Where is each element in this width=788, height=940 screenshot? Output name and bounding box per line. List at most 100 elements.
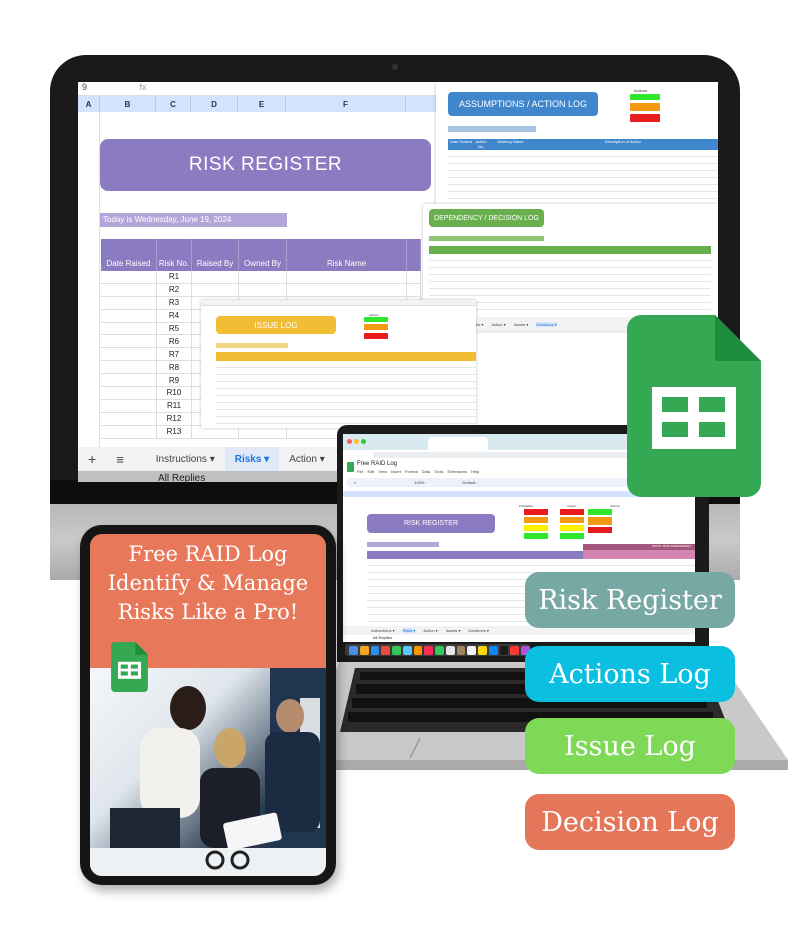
table-cell[interactable] — [239, 283, 287, 296]
table-cell[interactable]: R3 — [157, 296, 192, 309]
menu-tools[interactable]: Tools — [434, 469, 443, 474]
assumptions-banner: ASSUMPTIONS / ACTION LOG — [448, 92, 598, 116]
table-cell[interactable] — [101, 361, 157, 374]
dock-app-icon[interactable] — [478, 645, 487, 655]
table-cell[interactable]: R7 — [157, 348, 192, 361]
dock-app-icon[interactable] — [381, 645, 391, 655]
dock-app-icon[interactable] — [445, 645, 455, 655]
table-cell[interactable] — [101, 271, 157, 283]
table-cell[interactable]: R11 — [157, 399, 192, 412]
sheet-tab-active[interactable]: Risks ▾ — [402, 628, 416, 633]
table-cell[interactable] — [101, 335, 157, 348]
sheet-tab[interactable]: Instructions ▾ — [371, 628, 395, 633]
table-cell[interactable]: R9 — [157, 374, 192, 387]
table-cell[interactable] — [101, 283, 157, 296]
table-cell[interactable] — [407, 283, 421, 296]
table-cell[interactable] — [407, 271, 421, 283]
all-replies-footer: All Replies — [373, 635, 392, 640]
search-menus-icon[interactable]: ⌕ — [354, 480, 356, 485]
menu-format[interactable]: Format — [405, 469, 418, 474]
sheet-tab[interactable]: Issues ▾ — [446, 628, 461, 633]
table-cell[interactable] — [192, 283, 239, 296]
dock-app-icon[interactable] — [392, 645, 401, 655]
assumptions-log-preview: ASSUMPTIONS / ACTION LOG Actions Date Ra… — [436, 82, 718, 212]
dock-app-icon[interactable] — [402, 645, 412, 655]
sheet-tab-action[interactable]: Action ▾ — [279, 447, 335, 471]
table-cell[interactable] — [287, 283, 407, 296]
sheet-tab[interactable]: Decisions ▾ — [468, 628, 488, 633]
dock-app-icon[interactable] — [349, 645, 358, 655]
table-cell[interactable]: R6 — [157, 335, 192, 348]
table-cell[interactable]: R12 — [157, 412, 192, 425]
dock-app-icon[interactable] — [510, 645, 520, 655]
menu-extensions[interactable]: Extensions — [447, 469, 467, 474]
close-window-icon[interactable] — [347, 439, 352, 444]
column-header[interactable]: F — [286, 96, 406, 112]
sheet-tab-instructions[interactable]: Instructions ▾ — [146, 447, 225, 471]
column-header[interactable]: B — [100, 96, 156, 112]
menu-insert[interactable]: Insert — [391, 469, 401, 474]
column-header[interactable]: A — [78, 96, 100, 112]
menu-file[interactable]: File — [357, 469, 363, 474]
table-cell[interactable]: R13 — [157, 425, 192, 438]
legend-swatch — [364, 324, 388, 330]
dock-app-icon[interactable] — [359, 645, 369, 655]
risk-register-banner: RISK REGISTER — [100, 139, 431, 191]
add-sheet-button[interactable]: + — [78, 447, 106, 471]
dependency-header — [429, 246, 711, 254]
column-header[interactable] — [406, 96, 438, 112]
dock-app-icon[interactable] — [413, 645, 423, 655]
table-cell[interactable] — [101, 412, 157, 425]
table-cell[interactable]: R1 — [157, 271, 192, 283]
dock-app-icon[interactable] — [424, 645, 434, 655]
font-select[interactable]: Default... — [462, 480, 478, 485]
browser-tab-active[interactable] — [428, 437, 488, 450]
table-cell[interactable]: R2 — [157, 283, 192, 296]
table-cell[interactable] — [101, 425, 157, 438]
sheet-tab-active[interactable]: Decisions ▾ — [536, 321, 557, 327]
sheet-tab[interactable]: Issues ▾ — [514, 322, 529, 327]
table-cell[interactable]: R8 — [157, 361, 192, 374]
dock-app-icon[interactable] — [456, 645, 466, 655]
table-cell[interactable]: R5 — [157, 322, 192, 335]
table-cell[interactable] — [101, 309, 157, 322]
legend-swatch — [588, 517, 612, 525]
table-cell[interactable] — [192, 271, 239, 283]
sheet-tab[interactable]: Action ▾ — [491, 322, 505, 327]
dock-app-icon[interactable] — [499, 645, 509, 655]
table-cell[interactable] — [101, 296, 157, 309]
all-sheets-menu-icon[interactable]: ≡ — [106, 447, 134, 471]
headline-line: Free RAID Log — [128, 542, 288, 566]
table-cell[interactable] — [287, 271, 407, 283]
menu-data[interactable]: Data — [422, 469, 430, 474]
maximize-window-icon[interactable] — [361, 439, 366, 444]
column-header[interactable]: C — [156, 96, 191, 112]
sheet-tab[interactable]: Action ▾ — [423, 628, 437, 633]
minimize-window-icon[interactable] — [354, 439, 359, 444]
table-cell[interactable] — [101, 399, 157, 412]
table-cell[interactable] — [101, 348, 157, 361]
table-cell[interactable] — [101, 374, 157, 387]
sheet-tab-risks[interactable]: Risks ▾ — [224, 447, 280, 471]
column-header[interactable]: E — [238, 96, 286, 112]
table-cell[interactable] — [101, 387, 157, 399]
dock-app-icon[interactable] — [488, 645, 498, 655]
table-cell[interactable] — [101, 322, 157, 335]
legend-headers: Probability Impact Actions — [519, 504, 620, 508]
table-cell[interactable] — [239, 271, 287, 283]
menu-edit[interactable]: Edit — [367, 469, 374, 474]
column-header[interactable]: D — [191, 96, 238, 112]
dock-app-icon[interactable] — [467, 645, 477, 655]
menu-view[interactable]: View — [378, 469, 387, 474]
menu-help[interactable]: Help — [471, 469, 479, 474]
legend-swatch — [630, 103, 660, 111]
table-cell[interactable]: R10 — [157, 387, 192, 399]
header-cell: Action No. — [475, 139, 487, 149]
dock-app-icon[interactable] — [370, 645, 380, 655]
document-title[interactable]: Free RAID Log — [357, 461, 397, 467]
table-cell[interactable]: R4 — [157, 309, 192, 322]
dock-app-icon[interactable] — [435, 645, 444, 655]
legend-swatch — [524, 533, 548, 539]
zoom-select[interactable]: 100% — [414, 480, 424, 485]
table-row: R2 — [101, 283, 421, 297]
